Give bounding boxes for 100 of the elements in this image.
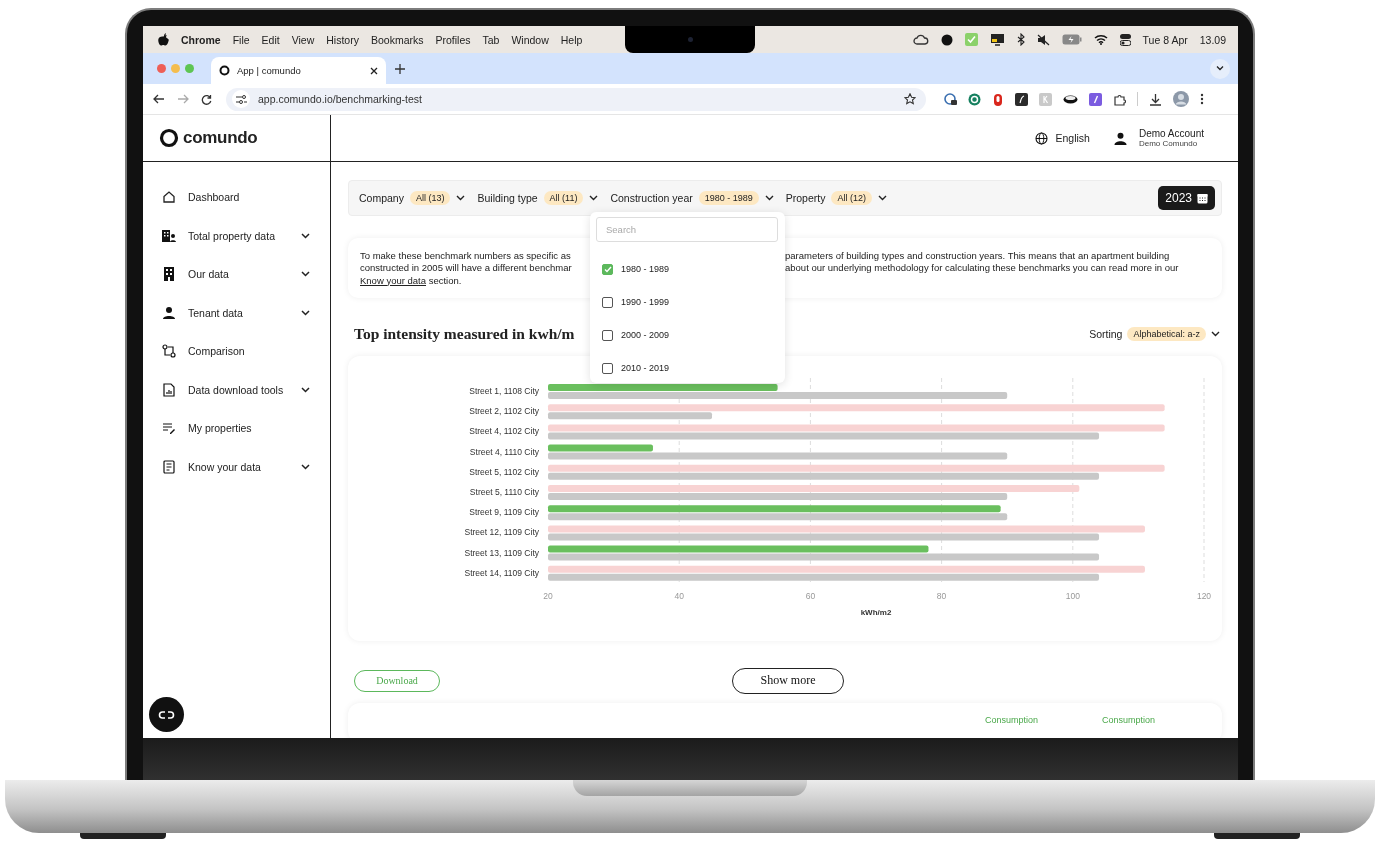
tab-menu-button[interactable] [1210, 58, 1230, 79]
list-edit-icon [162, 421, 176, 436]
menu-item[interactable]: Window [511, 33, 549, 46]
checkbox[interactable] [602, 263, 613, 275]
wifi-icon[interactable] [1093, 34, 1108, 45]
option-label[interactable]: 2000 - 2009 [621, 330, 670, 340]
close-icon[interactable] [370, 66, 378, 75]
intro-text: To make these benchmark numbers as specific as [360, 250, 572, 263]
back-icon[interactable] [153, 94, 165, 104]
home-icon [162, 190, 176, 205]
show-more-button[interactable]: Show more [732, 667, 844, 694]
menu-item[interactable]: File [232, 33, 250, 46]
toggle-icon[interactable] [1119, 33, 1131, 46]
bubble-icon[interactable] [940, 33, 953, 46]
sidebar-item[interactable]: Dashboard [143, 178, 330, 217]
close-button[interactable] [157, 64, 166, 73]
category-label: Street 4, 1110 City [469, 446, 539, 457]
puzzle-icon[interactable] [1113, 92, 1126, 106]
battery-icon[interactable] [1061, 34, 1082, 45]
menu-item[interactable]: Tab [482, 33, 500, 46]
sorting-label: Sorting [1089, 327, 1123, 340]
disc-icon[interactable] [1063, 94, 1078, 104]
language-selector[interactable]: English [1055, 132, 1090, 144]
chevron-down-icon [878, 195, 887, 201]
sidebar-item[interactable]: Data download tools [143, 370, 330, 409]
sidebar-item[interactable]: Our data [143, 255, 330, 294]
chevron-down-icon[interactable] [1211, 330, 1220, 337]
category-label: Street 2, 1102 City [469, 406, 539, 417]
column-header: Consumption [985, 714, 1039, 727]
url-text: app.comundo.io/benchmarking-test [258, 93, 423, 105]
account-name[interactable]: Demo Account [1138, 128, 1204, 139]
report-icon [162, 382, 176, 397]
person-icon[interactable] [1113, 131, 1127, 145]
bluetooth-icon[interactable] [1016, 33, 1025, 46]
calendar-icon [1197, 192, 1208, 204]
sidebar-item[interactable]: My properties [143, 409, 330, 448]
plus-icon[interactable] [395, 63, 405, 74]
globe-icon[interactable] [1034, 131, 1048, 145]
filter-dropdown[interactable]: Company All (13) [359, 191, 466, 205]
filter-dropdown[interactable]: Property All (12) [785, 191, 887, 205]
account-org: Demo Comundo [1138, 139, 1199, 148]
option-label[interactable]: 1980 - 1989 [621, 264, 670, 274]
buildings-icon [162, 228, 176, 243]
year-picker[interactable]: 2023 [1158, 186, 1215, 210]
option-label[interactable]: 2010 - 2019 [621, 363, 670, 373]
hand-icon[interactable] [992, 92, 1004, 106]
sidebar-item[interactable]: Comparison [143, 332, 330, 371]
circle-icon[interactable] [968, 92, 981, 106]
option-label[interactable]: 1990 - 1999 [621, 297, 670, 307]
menu-item[interactable]: Chrome [181, 33, 221, 46]
cloud-icon[interactable] [912, 33, 929, 46]
more-icon[interactable] [1200, 93, 1204, 105]
menu-item[interactable]: History [326, 33, 359, 46]
menu-item[interactable]: Bookmarks [370, 33, 424, 46]
tick-label: 120 [1196, 590, 1212, 601]
checkbox[interactable] [602, 329, 613, 341]
star-icon[interactable] [904, 93, 916, 105]
apple-icon[interactable] [158, 33, 169, 46]
monitor-icon[interactable] [989, 33, 1005, 46]
checkbox[interactable] [602, 296, 613, 308]
person-icon [162, 305, 176, 320]
category-label: Street 9, 1109 City [469, 507, 539, 518]
download-icon[interactable] [1149, 92, 1162, 106]
category-label: Street 12, 1109 City [464, 527, 539, 538]
checkbox[interactable] [602, 362, 613, 374]
avatar-icon[interactable] [1173, 91, 1189, 107]
menu-item[interactable]: Help [560, 33, 583, 46]
chat-button[interactable] [149, 697, 184, 732]
category-label: Street 1, 1108 City [469, 385, 539, 396]
column-header: Consumption [1102, 714, 1156, 727]
square-icon[interactable] [1015, 92, 1028, 106]
ring-logo-icon [159, 128, 179, 148]
sorting-dropdown[interactable]: Alphabetical: a-z [1127, 326, 1206, 341]
password-icon[interactable] [944, 92, 957, 106]
axis-title: kWh/m2 [860, 607, 892, 617]
address-bar[interactable]: app.comundo.io/benchmarking-test [226, 87, 926, 111]
tick-label: 20 [543, 590, 553, 601]
browser-tab[interactable]: App | comundo [211, 57, 386, 84]
chevron-down-icon [589, 195, 599, 201]
filter-dropdown[interactable]: Building type All (11) [477, 191, 599, 205]
chevron-down-icon [456, 195, 466, 201]
checkmark-icon[interactable] [964, 33, 978, 46]
sidebar-item[interactable]: Total property data [143, 216, 330, 255]
menu-item[interactable]: View [291, 33, 315, 46]
link-icon [158, 709, 175, 720]
sidebar-item[interactable]: Tenant data [143, 293, 330, 332]
search-field[interactable]: Search [596, 217, 778, 242]
sliders-icon[interactable] [235, 94, 247, 104]
document-icon [162, 459, 176, 474]
mute-icon[interactable] [1036, 33, 1050, 46]
compare-icon [162, 344, 176, 359]
ring-logo-icon [219, 65, 230, 76]
reload-icon[interactable] [201, 93, 212, 105]
menu-item[interactable]: Profiles [435, 33, 471, 46]
menu-item[interactable]: Edit [261, 33, 280, 46]
filter-dropdown[interactable]: Construction year 1980 - 1989 [610, 191, 774, 205]
category-label: Street 5, 1102 City [469, 466, 539, 477]
know-your-data-link[interactable]: Know your data [360, 274, 426, 286]
category-label: Street 14, 1109 City [464, 567, 539, 578]
sidebar-item[interactable]: Know your data [143, 447, 330, 486]
